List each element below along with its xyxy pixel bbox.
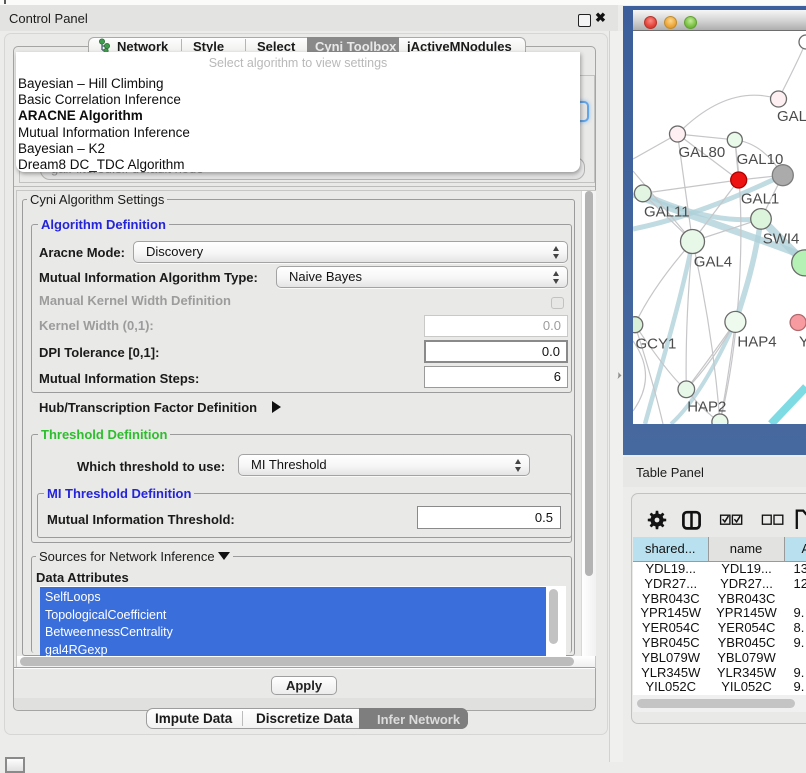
svg-text:GAL: GAL — [777, 108, 806, 125]
svg-text:GAL1: GAL1 — [741, 191, 779, 208]
svg-text:GAL80: GAL80 — [679, 144, 726, 161]
svg-text:GCY1: GCY1 — [636, 336, 677, 353]
svg-text:Y: Y — [799, 334, 806, 351]
svg-text:GAL4: GAL4 — [694, 254, 732, 271]
svg-text:HAP2: HAP2 — [687, 399, 726, 416]
svg-text:GAL11: GAL11 — [644, 204, 690, 221]
svg-text:HAP4: HAP4 — [737, 334, 776, 351]
svg-text:SWI4: SWI4 — [763, 231, 800, 248]
svg-text:GAL10: GAL10 — [737, 151, 784, 168]
